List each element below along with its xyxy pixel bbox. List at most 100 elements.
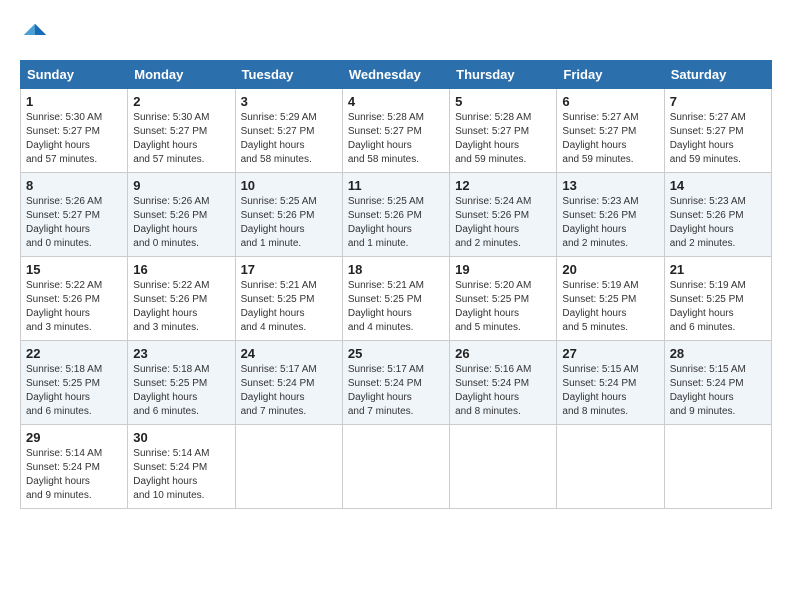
calendar-day-22: 22 Sunrise: 5:18 AM Sunset: 5:25 PM Dayl…: [21, 341, 128, 425]
daylight-hours-label: Daylight hours: [562, 224, 626, 235]
calendar-day-8: 8 Sunrise: 5:26 AM Sunset: 5:27 PM Dayli…: [21, 173, 128, 257]
daylight-hours-label: Daylight hours: [455, 392, 519, 403]
day-number: 8: [26, 178, 122, 193]
calendar-table: SundayMondayTuesdayWednesdayThursdayFrid…: [20, 60, 772, 509]
empty-cell: [235, 425, 342, 509]
day-info: Sunrise: 5:26 AM Sunset: 5:26 PM Dayligh…: [133, 195, 229, 251]
calendar-day-25: 25 Sunrise: 5:17 AM Sunset: 5:24 PM Dayl…: [342, 341, 449, 425]
calendar-week-4: 22 Sunrise: 5:18 AM Sunset: 5:25 PM Dayl…: [21, 341, 772, 425]
calendar-day-4: 4 Sunrise: 5:28 AM Sunset: 5:27 PM Dayli…: [342, 89, 449, 173]
calendar-day-1: 1 Sunrise: 5:30 AM Sunset: 5:27 PM Dayli…: [21, 89, 128, 173]
day-number: 9: [133, 178, 229, 193]
day-number: 27: [562, 346, 658, 361]
day-info: Sunrise: 5:27 AM Sunset: 5:27 PM Dayligh…: [562, 111, 658, 167]
day-info: Sunrise: 5:22 AM Sunset: 5:26 PM Dayligh…: [133, 279, 229, 335]
day-number: 23: [133, 346, 229, 361]
day-number: 25: [348, 346, 444, 361]
day-info: Sunrise: 5:25 AM Sunset: 5:26 PM Dayligh…: [348, 195, 444, 251]
day-number: 19: [455, 262, 551, 277]
calendar-day-10: 10 Sunrise: 5:25 AM Sunset: 5:26 PM Dayl…: [235, 173, 342, 257]
daylight-hours-label: Daylight hours: [133, 476, 197, 487]
calendar-day-26: 26 Sunrise: 5:16 AM Sunset: 5:24 PM Dayl…: [450, 341, 557, 425]
calendar-day-23: 23 Sunrise: 5:18 AM Sunset: 5:25 PM Dayl…: [128, 341, 235, 425]
day-number: 6: [562, 94, 658, 109]
calendar-day-20: 20 Sunrise: 5:19 AM Sunset: 5:25 PM Dayl…: [557, 257, 664, 341]
calendar-week-2: 8 Sunrise: 5:26 AM Sunset: 5:27 PM Dayli…: [21, 173, 772, 257]
daylight-hours-label: Daylight hours: [241, 140, 305, 151]
calendar-day-2: 2 Sunrise: 5:30 AM Sunset: 5:27 PM Dayli…: [128, 89, 235, 173]
day-number: 5: [455, 94, 551, 109]
calendar-day-28: 28 Sunrise: 5:15 AM Sunset: 5:24 PM Dayl…: [664, 341, 771, 425]
day-number: 1: [26, 94, 122, 109]
weekday-header-monday: Monday: [128, 61, 235, 89]
day-info: Sunrise: 5:27 AM Sunset: 5:27 PM Dayligh…: [670, 111, 766, 167]
daylight-hours-label: Daylight hours: [670, 308, 734, 319]
day-info: Sunrise: 5:18 AM Sunset: 5:25 PM Dayligh…: [133, 363, 229, 419]
calendar-header-row: SundayMondayTuesdayWednesdayThursdayFrid…: [21, 61, 772, 89]
day-number: 22: [26, 346, 122, 361]
calendar-day-13: 13 Sunrise: 5:23 AM Sunset: 5:26 PM Dayl…: [557, 173, 664, 257]
day-info: Sunrise: 5:19 AM Sunset: 5:25 PM Dayligh…: [562, 279, 658, 335]
weekday-header-wednesday: Wednesday: [342, 61, 449, 89]
day-number: 29: [26, 430, 122, 445]
day-number: 28: [670, 346, 766, 361]
daylight-hours-label: Daylight hours: [241, 308, 305, 319]
day-number: 20: [562, 262, 658, 277]
day-info: Sunrise: 5:24 AM Sunset: 5:26 PM Dayligh…: [455, 195, 551, 251]
daylight-hours-label: Daylight hours: [455, 140, 519, 151]
day-number: 16: [133, 262, 229, 277]
calendar-day-30: 30 Sunrise: 5:14 AM Sunset: 5:24 PM Dayl…: [128, 425, 235, 509]
day-number: 11: [348, 178, 444, 193]
day-info: Sunrise: 5:18 AM Sunset: 5:25 PM Dayligh…: [26, 363, 122, 419]
day-info: Sunrise: 5:16 AM Sunset: 5:24 PM Dayligh…: [455, 363, 551, 419]
calendar-day-29: 29 Sunrise: 5:14 AM Sunset: 5:24 PM Dayl…: [21, 425, 128, 509]
daylight-hours-label: Daylight hours: [26, 392, 90, 403]
weekday-header-sunday: Sunday: [21, 61, 128, 89]
day-info: Sunrise: 5:23 AM Sunset: 5:26 PM Dayligh…: [670, 195, 766, 251]
page-header: [20, 20, 772, 50]
day-info: Sunrise: 5:25 AM Sunset: 5:26 PM Dayligh…: [241, 195, 337, 251]
daylight-hours-label: Daylight hours: [133, 392, 197, 403]
calendar-day-21: 21 Sunrise: 5:19 AM Sunset: 5:25 PM Dayl…: [664, 257, 771, 341]
empty-cell: [450, 425, 557, 509]
day-number: 24: [241, 346, 337, 361]
daylight-hours-label: Daylight hours: [348, 140, 412, 151]
day-info: Sunrise: 5:17 AM Sunset: 5:24 PM Dayligh…: [241, 363, 337, 419]
day-info: Sunrise: 5:17 AM Sunset: 5:24 PM Dayligh…: [348, 363, 444, 419]
logo: [20, 20, 54, 50]
day-number: 15: [26, 262, 122, 277]
empty-cell: [557, 425, 664, 509]
day-info: Sunrise: 5:15 AM Sunset: 5:24 PM Dayligh…: [670, 363, 766, 419]
daylight-hours-label: Daylight hours: [348, 308, 412, 319]
calendar-day-6: 6 Sunrise: 5:27 AM Sunset: 5:27 PM Dayli…: [557, 89, 664, 173]
weekday-header-thursday: Thursday: [450, 61, 557, 89]
daylight-hours-label: Daylight hours: [455, 224, 519, 235]
day-number: 10: [241, 178, 337, 193]
calendar-week-5: 29 Sunrise: 5:14 AM Sunset: 5:24 PM Dayl…: [21, 425, 772, 509]
calendar-day-24: 24 Sunrise: 5:17 AM Sunset: 5:24 PM Dayl…: [235, 341, 342, 425]
day-info: Sunrise: 5:22 AM Sunset: 5:26 PM Dayligh…: [26, 279, 122, 335]
weekday-header-tuesday: Tuesday: [235, 61, 342, 89]
day-info: Sunrise: 5:28 AM Sunset: 5:27 PM Dayligh…: [455, 111, 551, 167]
daylight-hours-label: Daylight hours: [670, 140, 734, 151]
weekday-header-friday: Friday: [557, 61, 664, 89]
daylight-hours-label: Daylight hours: [26, 224, 90, 235]
calendar-day-5: 5 Sunrise: 5:28 AM Sunset: 5:27 PM Dayli…: [450, 89, 557, 173]
day-info: Sunrise: 5:30 AM Sunset: 5:27 PM Dayligh…: [26, 111, 122, 167]
daylight-hours-label: Daylight hours: [562, 140, 626, 151]
day-number: 17: [241, 262, 337, 277]
day-info: Sunrise: 5:29 AM Sunset: 5:27 PM Dayligh…: [241, 111, 337, 167]
daylight-hours-label: Daylight hours: [133, 224, 197, 235]
day-info: Sunrise: 5:19 AM Sunset: 5:25 PM Dayligh…: [670, 279, 766, 335]
daylight-hours-label: Daylight hours: [26, 308, 90, 319]
logo-icon: [20, 20, 50, 50]
daylight-hours-label: Daylight hours: [562, 308, 626, 319]
daylight-hours-label: Daylight hours: [133, 140, 197, 151]
daylight-hours-label: Daylight hours: [26, 476, 90, 487]
calendar-day-9: 9 Sunrise: 5:26 AM Sunset: 5:26 PM Dayli…: [128, 173, 235, 257]
day-number: 3: [241, 94, 337, 109]
day-info: Sunrise: 5:20 AM Sunset: 5:25 PM Dayligh…: [455, 279, 551, 335]
daylight-hours-label: Daylight hours: [133, 308, 197, 319]
empty-cell: [664, 425, 771, 509]
day-number: 30: [133, 430, 229, 445]
